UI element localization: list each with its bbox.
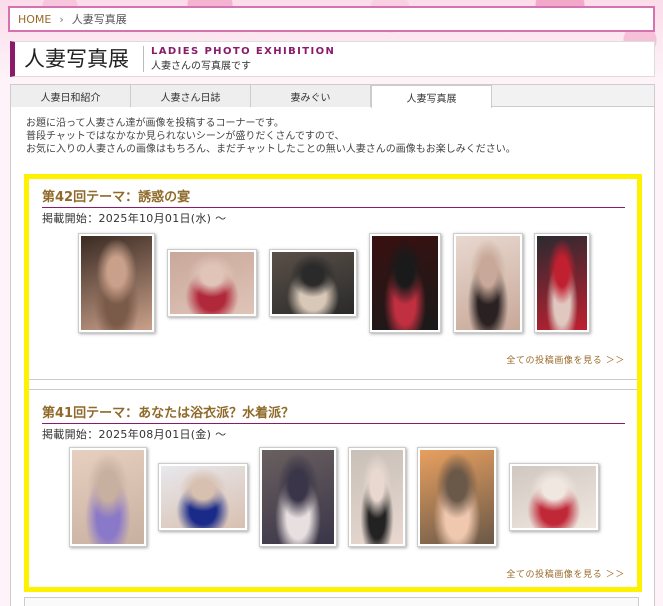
page-header: 人妻写真展 LADIES PHOTO EXHIBITION 人妻さんの写真展です bbox=[10, 41, 655, 77]
subtitle-english: LADIES PHOTO EXHIBITION bbox=[151, 46, 336, 57]
photo-thumbnail[interactable] bbox=[369, 233, 441, 333]
photo-thumbnail[interactable] bbox=[78, 233, 155, 333]
see-all-link[interactable]: 全ての投稿画像を見る ＞＞ bbox=[506, 353, 625, 366]
intro-text: お題に沿って人妻さん達が画像を投稿するコーナーです。 普段チャットではなかなか見… bbox=[26, 117, 516, 156]
theme-section: 第42回テーマ：誘惑の宴 掲載開始：2025年10月01日(水) ～ 全ての投稿… bbox=[29, 179, 637, 379]
theme-title[interactable]: 第41回テーマ：あなたは浴衣派？水着派？ bbox=[42, 402, 625, 424]
tab-diary[interactable]: 人妻さん日誌 bbox=[131, 85, 251, 107]
photo-thumbnail[interactable] bbox=[259, 447, 337, 547]
intro-line: お題に沿って人妻さん達が画像を投稿するコーナーです。 bbox=[26, 118, 284, 129]
photo-thumbnail[interactable] bbox=[453, 233, 523, 333]
theme-date: 掲載開始：2025年10月01日(水) ～ bbox=[42, 212, 227, 225]
tab-photo-exhibition[interactable]: 人妻写真展 bbox=[371, 85, 492, 108]
page-title: 人妻写真展 bbox=[15, 46, 144, 72]
gallery-highlight-box: 第42回テーマ：誘惑の宴 掲載開始：2025年10月01日(水) ～ 全ての投稿… bbox=[24, 174, 642, 592]
photo-thumbnail[interactable] bbox=[269, 249, 357, 317]
photo-thumbnail[interactable] bbox=[167, 249, 257, 317]
tab-tsumamigui[interactable]: 妻みぐい bbox=[251, 85, 371, 107]
theme-title[interactable]: 第42回テーマ：誘惑の宴 bbox=[42, 186, 625, 208]
section-divider bbox=[29, 379, 637, 380]
photo-thumbnail[interactable] bbox=[417, 447, 497, 547]
intro-line: お気に入りの人妻さんの画像はもちろん、まだチャットしたことの無い人妻さんの画像も… bbox=[26, 144, 516, 155]
intro-line: 普段チャットではなかなか見られないシーンが盛りだくさんですので、 bbox=[26, 131, 345, 142]
breadcrumb: HOME › 人妻写真展 bbox=[8, 6, 655, 32]
content-panel: 人妻日和紹介 人妻さん日誌 妻みぐい 人妻写真展 お題に沿って人妻さん達が画像を… bbox=[10, 84, 655, 606]
photo-thumbnail[interactable] bbox=[69, 447, 147, 547]
tab-introduction[interactable]: 人妻日和紹介 bbox=[11, 85, 131, 107]
see-all-link[interactable]: 全ての投稿画像を見る ＞＞ bbox=[506, 567, 625, 580]
subtitle-japanese: 人妻さんの写真展です bbox=[151, 61, 251, 72]
theme-section: 第41回テーマ：あなたは浴衣派？水着派？ 掲載開始：2025年08月01日(金)… bbox=[29, 391, 637, 591]
photo-thumbnail[interactable] bbox=[534, 233, 590, 333]
breadcrumb-separator-icon: › bbox=[59, 12, 64, 26]
theme-date: 掲載開始：2025年08月01日(金) ～ bbox=[42, 428, 227, 441]
section-divider bbox=[29, 389, 637, 390]
photo-thumbnail[interactable] bbox=[348, 447, 406, 547]
page-subtitle: LADIES PHOTO EXHIBITION 人妻さんの写真展です bbox=[144, 46, 335, 72]
breadcrumb-home-link[interactable]: HOME bbox=[18, 13, 51, 26]
breadcrumb-current: 人妻写真展 bbox=[71, 13, 127, 26]
photo-thumbnail[interactable] bbox=[509, 463, 599, 531]
next-section-edge bbox=[24, 597, 639, 606]
photo-thumbnail[interactable] bbox=[158, 463, 248, 531]
tab-bar: 人妻日和紹介 人妻さん日誌 妻みぐい 人妻写真展 bbox=[11, 85, 654, 108]
